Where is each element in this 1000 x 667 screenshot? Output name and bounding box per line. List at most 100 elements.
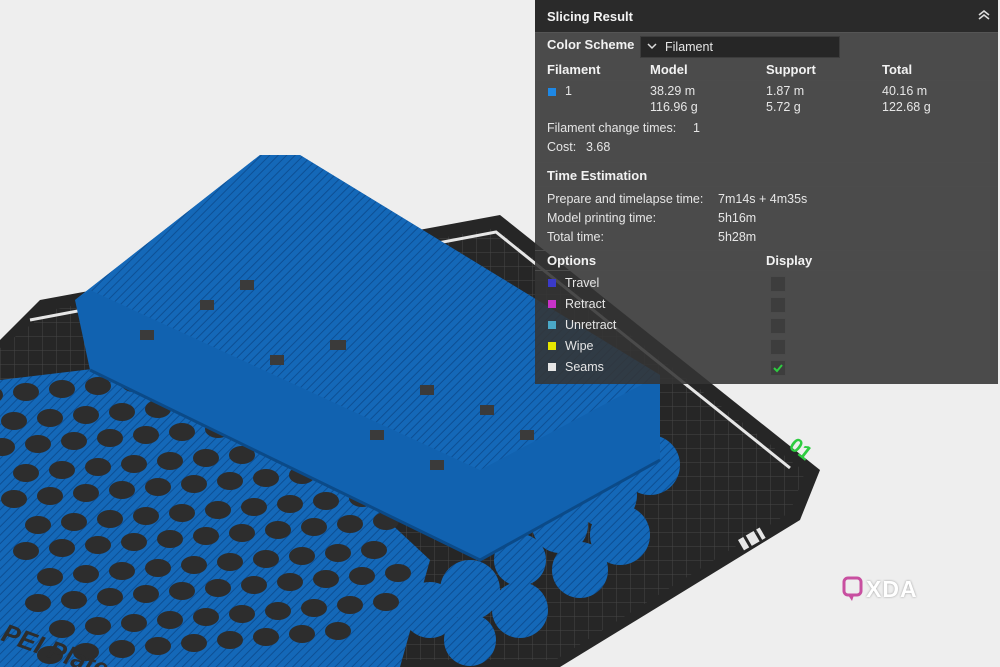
honeycomb-hole	[157, 611, 183, 629]
honeycomb-hole	[61, 432, 87, 450]
honeycomb-hole	[181, 475, 207, 493]
divider	[535, 186, 998, 187]
honeycomb-hole	[1, 412, 27, 430]
divider	[535, 80, 998, 81]
honeycomb-hole	[85, 458, 111, 476]
option-label: Wipe	[565, 339, 594, 353]
divider	[535, 250, 998, 251]
option-label: Travel	[565, 276, 600, 290]
honeycomb-hole	[385, 564, 411, 582]
honeycomb-hole	[337, 596, 363, 614]
honeycomb-hole	[217, 472, 243, 490]
total-time-label: Total time:	[547, 230, 604, 244]
honeycomb-hole	[37, 409, 63, 427]
honeycomb-hole	[157, 452, 183, 470]
honeycomb-hole	[325, 544, 351, 562]
time-estimation-heading: Time Estimation	[547, 168, 648, 183]
prepare-time-value: 7m14s + 4m35s	[718, 192, 808, 206]
honeycomb-hole	[349, 567, 375, 585]
honeycomb-hole	[241, 498, 267, 516]
col-total: Total	[882, 62, 913, 77]
honeycomb-hole	[37, 487, 63, 505]
travel-swatch	[548, 279, 556, 287]
honeycomb-hole	[229, 524, 255, 542]
xda-logo: XDA	[842, 575, 938, 603]
change-times-label: Filament change times:	[547, 121, 677, 135]
honeycomb-hole	[205, 501, 231, 519]
honeycomb-hole	[253, 469, 279, 487]
col-filament: Filament	[547, 62, 601, 77]
col-support: Support	[766, 62, 816, 77]
honeycomb-hole	[49, 539, 75, 557]
honeycomb-hole	[169, 423, 195, 441]
retract-checkbox[interactable]	[770, 297, 786, 313]
divider	[535, 162, 998, 163]
honeycomb-hole	[97, 429, 123, 447]
honeycomb-hole	[265, 602, 291, 620]
honeycomb-hole	[217, 631, 243, 649]
honeycomb-hole	[181, 634, 207, 652]
honeycomb-hole	[133, 585, 159, 603]
honeycomb-hole	[25, 594, 51, 612]
honeycomb-hole	[97, 588, 123, 606]
honeycomb-hole	[73, 565, 99, 583]
collapse-icon[interactable]	[976, 7, 992, 23]
option-label: Retract	[565, 297, 606, 311]
honeycomb-hole	[73, 406, 99, 424]
honeycomb-hole	[193, 527, 219, 545]
honeycomb-hole	[193, 608, 219, 626]
wipe-checkbox[interactable]	[770, 339, 786, 355]
honeycomb-hole	[1, 490, 27, 508]
wipe-swatch	[548, 342, 556, 350]
honeycomb-hole	[133, 426, 159, 444]
honeycomb-hole	[49, 461, 75, 479]
honeycomb-hole	[25, 516, 51, 534]
honeycomb-hole	[13, 464, 39, 482]
col-model: Model	[650, 62, 688, 77]
slicing-result-panel: Slicing Result Color Scheme Filament Fil…	[535, 0, 998, 384]
honeycomb-hole	[301, 599, 327, 617]
color-scheme-label: Color Scheme	[547, 37, 635, 52]
honeycomb-hole	[157, 530, 183, 548]
color-scheme-value: Filament	[665, 40, 713, 54]
honeycomb-hole	[289, 547, 315, 565]
checkmark-icon	[773, 364, 783, 373]
honeycomb-hole	[85, 536, 111, 554]
honeycomb-hole	[37, 568, 63, 586]
honeycomb-hole	[85, 617, 111, 635]
panel-title: Slicing Result	[547, 9, 633, 24]
honeycomb-hole	[313, 570, 339, 588]
model-weight: 116.96 g	[650, 100, 698, 114]
honeycomb-hole	[61, 591, 87, 609]
seams-checkbox[interactable]	[770, 360, 786, 376]
honeycomb-hole	[337, 515, 363, 533]
honeycomb-hole	[109, 481, 135, 499]
filament-id: 1	[565, 84, 572, 98]
honeycomb-hole	[121, 614, 147, 632]
total-time-value: 5h28m	[718, 230, 757, 244]
honeycomb-hole	[169, 504, 195, 522]
honeycomb-hole	[97, 510, 123, 528]
honeycomb-hole	[133, 507, 159, 525]
model-time-value: 5h16m	[718, 211, 757, 225]
unretract-swatch	[548, 321, 556, 329]
honeycomb-hole	[373, 593, 399, 611]
honeycomb-hole	[145, 637, 171, 655]
options-heading: Options	[547, 253, 597, 268]
honeycomb-hole	[13, 542, 39, 560]
travel-checkbox[interactable]	[770, 276, 786, 292]
cost-value: 3.68	[586, 140, 611, 154]
honeycomb-hole	[109, 562, 135, 580]
honeycomb-hole	[49, 380, 75, 398]
divider	[535, 270, 998, 271]
color-scheme-dropdown[interactable]: Filament	[640, 36, 840, 58]
display-heading: Display	[766, 253, 813, 268]
unretract-checkbox[interactable]	[770, 318, 786, 334]
total-length: 40.16 m	[882, 84, 928, 98]
watermark-text: XDA	[866, 576, 918, 602]
change-times-value: 1	[693, 121, 700, 135]
honeycomb-hole	[13, 383, 39, 401]
option-label: Unretract	[565, 318, 617, 332]
chevron-down-icon	[647, 43, 657, 50]
honeycomb-hole	[265, 521, 291, 539]
